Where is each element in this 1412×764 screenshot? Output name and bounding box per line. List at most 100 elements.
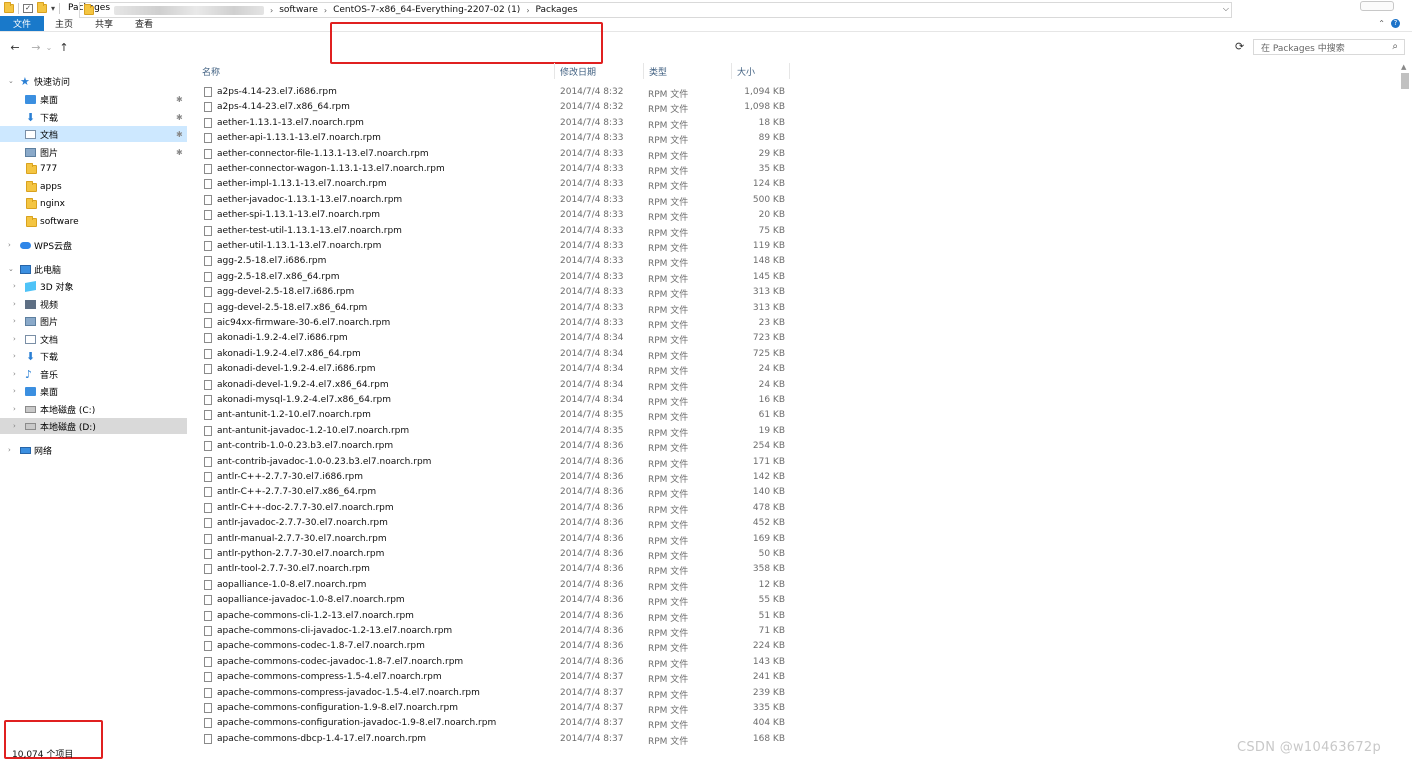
pin-icon[interactable]: ✱	[176, 130, 183, 139]
file-row[interactable]: apache-commons-dbcp-1.4-17.el7.noarch.rp…	[196, 732, 796, 747]
file-row[interactable]: aopalliance-1.0-8.el7.noarch.rpm 2014/7/4…	[196, 578, 796, 593]
expand-icon[interactable]: ›	[13, 317, 16, 325]
expand-icon[interactable]: ›	[13, 387, 16, 395]
file-row[interactable]: a2ps-4.14-23.el7.x86_64.rpm 2014/7/4 8:32…	[196, 100, 796, 115]
expand-icon[interactable]: ›	[13, 300, 16, 308]
sidebar-item-desktop[interactable]: 桌面 ✱	[0, 91, 187, 107]
breadcrumb-separator[interactable]: ›	[270, 6, 273, 15]
forward-icon[interactable]: →	[30, 41, 42, 54]
file-row[interactable]: antlr-python-2.7.7-30.el7.noarch.rpm 2014…	[196, 547, 796, 562]
help-icon[interactable]: ?	[1391, 19, 1400, 28]
sidebar-item-pictures[interactable]: 图片 ✱	[0, 144, 187, 160]
file-row[interactable]: akonadi-devel-1.9.2-4.el7.i686.rpm 2014/7…	[196, 362, 796, 377]
sidebar-item-pc-documents[interactable]: › 文档	[0, 331, 187, 347]
file-row[interactable]: aether-test-util-1.13.1-13.el7.noarch.rp…	[196, 224, 796, 239]
file-row[interactable]: apache-commons-codec-1.8-7.el7.noarch.rp…	[196, 639, 796, 654]
vertical-scrollbar[interactable]: ▲	[1398, 63, 1412, 743]
breadcrumb-separator[interactable]: ›	[526, 6, 529, 15]
file-row[interactable]: aether-connector-file-1.13.1-13.el7.noar…	[196, 147, 796, 162]
file-row[interactable]: apache-commons-configuration-1.9-8.el7.n…	[196, 701, 796, 716]
expand-icon[interactable]: ›	[13, 422, 16, 430]
properties-check-icon[interactable]: ✓	[23, 3, 33, 13]
file-row[interactable]: akonadi-1.9.2-4.el7.x86_64.rpm 2014/7/4 8…	[196, 347, 796, 362]
column-header-date[interactable]: 修改日期	[555, 63, 643, 79]
file-row[interactable]: apache-commons-codec-javadoc-1.8-7.el7.n…	[196, 655, 796, 670]
column-header-name[interactable]: 名称	[197, 63, 554, 79]
file-row[interactable]: antlr-C++-2.7.7-30.el7.i686.rpm 2014/7/4 …	[196, 470, 796, 485]
file-row[interactable]: agg-2.5-18.el7.i686.rpm 2014/7/4 8:33 RPM …	[196, 254, 796, 269]
scroll-up-icon[interactable]: ▲	[1401, 63, 1406, 71]
pin-icon[interactable]: ✱	[176, 95, 183, 104]
tab-share[interactable]: 共享	[84, 16, 124, 31]
address-bar[interactable]: › software › CentOS-7-x86_64-Everything-…	[79, 2, 1232, 18]
expand-icon[interactable]: ›	[13, 335, 16, 343]
sidebar-this-pc[interactable]: ⌄ 此电脑	[0, 261, 187, 277]
sidebar-item-777[interactable]: 777	[0, 161, 187, 177]
sidebar-item-music[interactable]: › ♪ 音乐	[0, 366, 187, 382]
up-icon[interactable]: ↑	[58, 41, 70, 54]
address-dropdown-icon[interactable]: ⌵	[1223, 4, 1229, 14]
file-row[interactable]: agg-2.5-18.el7.x86_64.rpm 2014/7/4 8:33 RP…	[196, 270, 796, 285]
file-row[interactable]: aether-api-1.13.1-13.el7.noarch.rpm 2014/…	[196, 131, 796, 146]
file-row[interactable]: antlr-C++-2.7.7-30.el7.x86_64.rpm 2014/7/…	[196, 485, 796, 500]
breadcrumb-software[interactable]: software	[279, 5, 318, 15]
refresh-icon[interactable]: ⟳	[1235, 40, 1244, 53]
search-icon[interactable]: ⌕	[1392, 41, 1398, 52]
file-row[interactable]: aether-spi-1.13.1-13.el7.noarch.rpm 2014/…	[196, 208, 796, 223]
file-row[interactable]: antlr-tool-2.7.7-30.el7.noarch.rpm 2014/7…	[196, 562, 796, 577]
expand-icon[interactable]: ›	[13, 405, 16, 413]
file-row[interactable]: apache-commons-compress-1.5-4.el7.noarch…	[196, 670, 796, 685]
sidebar-item-pc-pictures[interactable]: › 图片	[0, 313, 187, 329]
back-icon[interactable]: ←	[9, 41, 21, 54]
file-row[interactable]: antlr-C++-doc-2.7.7-30.el7.noarch.rpm 201…	[196, 501, 796, 516]
sidebar-item-downloads[interactable]: ⬇ 下载 ✱	[0, 109, 187, 125]
tab-view[interactable]: 查看	[124, 16, 164, 31]
file-row[interactable]: ant-antunit-1.2-10.el7.noarch.rpm 2014/7/…	[196, 408, 796, 423]
sidebar-network[interactable]: › 网络	[0, 442, 187, 458]
file-row[interactable]: a2ps-4.14-23.el7.i686.rpm 2014/7/4 8:32 RP…	[196, 85, 796, 100]
file-row[interactable]: aether-util-1.13.1-13.el7.noarch.rpm 2014…	[196, 239, 796, 254]
file-row[interactable]: apache-commons-compress-javadoc-1.5-4.el…	[196, 686, 796, 701]
file-row[interactable]: agg-devel-2.5-18.el7.x86_64.rpm 2014/7/4 …	[196, 301, 796, 316]
sidebar-item-nginx[interactable]: nginx	[0, 196, 187, 212]
sidebar-item-drive-c[interactable]: › 本地磁盘 (C:)	[0, 401, 187, 417]
sidebar-quick-access[interactable]: ⌄ ★ 快速访问	[0, 73, 187, 89]
tab-home[interactable]: 主页	[44, 16, 84, 31]
file-row[interactable]: aether-connector-wagon-1.13.1-13.el7.noa…	[196, 162, 796, 177]
file-row[interactable]: ant-contrib-1.0-0.23.b3.el7.noarch.rpm 20…	[196, 439, 796, 454]
file-row[interactable]: aether-javadoc-1.13.1-13.el7.noarch.rpm 2…	[196, 193, 796, 208]
breadcrumb-centos[interactable]: CentOS-7-x86_64-Everything-2207-02 (1)	[333, 5, 520, 15]
expand-icon[interactable]: ›	[8, 241, 11, 249]
file-row[interactable]: aether-1.13.1-13.el7.noarch.rpm 2014/7/4 …	[196, 116, 796, 131]
collapse-icon[interactable]: ⌄	[8, 77, 14, 85]
file-row[interactable]: antlr-manual-2.7.7-30.el7.noarch.rpm 2014…	[196, 532, 796, 547]
scrollbar-thumb[interactable]	[1401, 73, 1409, 89]
sidebar-item-videos[interactable]: › 视频	[0, 296, 187, 312]
file-row[interactable]: ant-antunit-javadoc-1.2-10.el7.noarch.rp…	[196, 424, 796, 439]
file-row[interactable]: akonadi-devel-1.9.2-4.el7.x86_64.rpm 2014…	[196, 378, 796, 393]
breadcrumb-packages[interactable]: Packages	[536, 5, 578, 15]
expand-icon[interactable]: ›	[13, 370, 16, 378]
sidebar-item-pc-desktop[interactable]: › 桌面	[0, 383, 187, 399]
file-row[interactable]: aopalliance-javadoc-1.0-8.el7.noarch.rpm…	[196, 593, 796, 608]
column-divider[interactable]	[789, 63, 790, 79]
file-row[interactable]: apache-commons-cli-javadoc-1.2-13.el7.no…	[196, 624, 796, 639]
sidebar-item-apps[interactable]: apps	[0, 179, 187, 195]
customize-toolbar-icon[interactable]: ▾	[51, 4, 55, 13]
file-row[interactable]: agg-devel-2.5-18.el7.i686.rpm 2014/7/4 8:…	[196, 285, 796, 300]
collapse-icon[interactable]: ⌄	[8, 265, 14, 273]
search-input[interactable]: 在 Packages 中搜索 ⌕	[1253, 39, 1405, 55]
column-header-type[interactable]: 类型	[644, 63, 731, 79]
expand-icon[interactable]: ›	[13, 352, 16, 360]
file-row[interactable]: aether-impl-1.13.1-13.el7.noarch.rpm 2014…	[196, 177, 796, 192]
recent-locations-icon[interactable]: ⌄	[43, 43, 55, 52]
sidebar-wps-cloud[interactable]: › WPS云盘	[0, 237, 187, 253]
expand-icon[interactable]: ›	[13, 282, 16, 290]
file-row[interactable]: ant-contrib-javadoc-1.0-0.23.b3.el7.noar…	[196, 455, 796, 470]
expand-icon[interactable]: ›	[8, 446, 11, 454]
file-row[interactable]: akonadi-mysql-1.9.2-4.el7.x86_64.rpm 2014…	[196, 393, 796, 408]
expand-ribbon-icon[interactable]: ⌃	[1378, 19, 1385, 28]
file-row[interactable]: antlr-javadoc-2.7.7-30.el7.noarch.rpm 201…	[196, 516, 796, 531]
file-row[interactable]: aic94xx-firmware-30-6.el7.noarch.rpm 2014…	[196, 316, 796, 331]
pin-icon[interactable]: ✱	[176, 148, 183, 157]
